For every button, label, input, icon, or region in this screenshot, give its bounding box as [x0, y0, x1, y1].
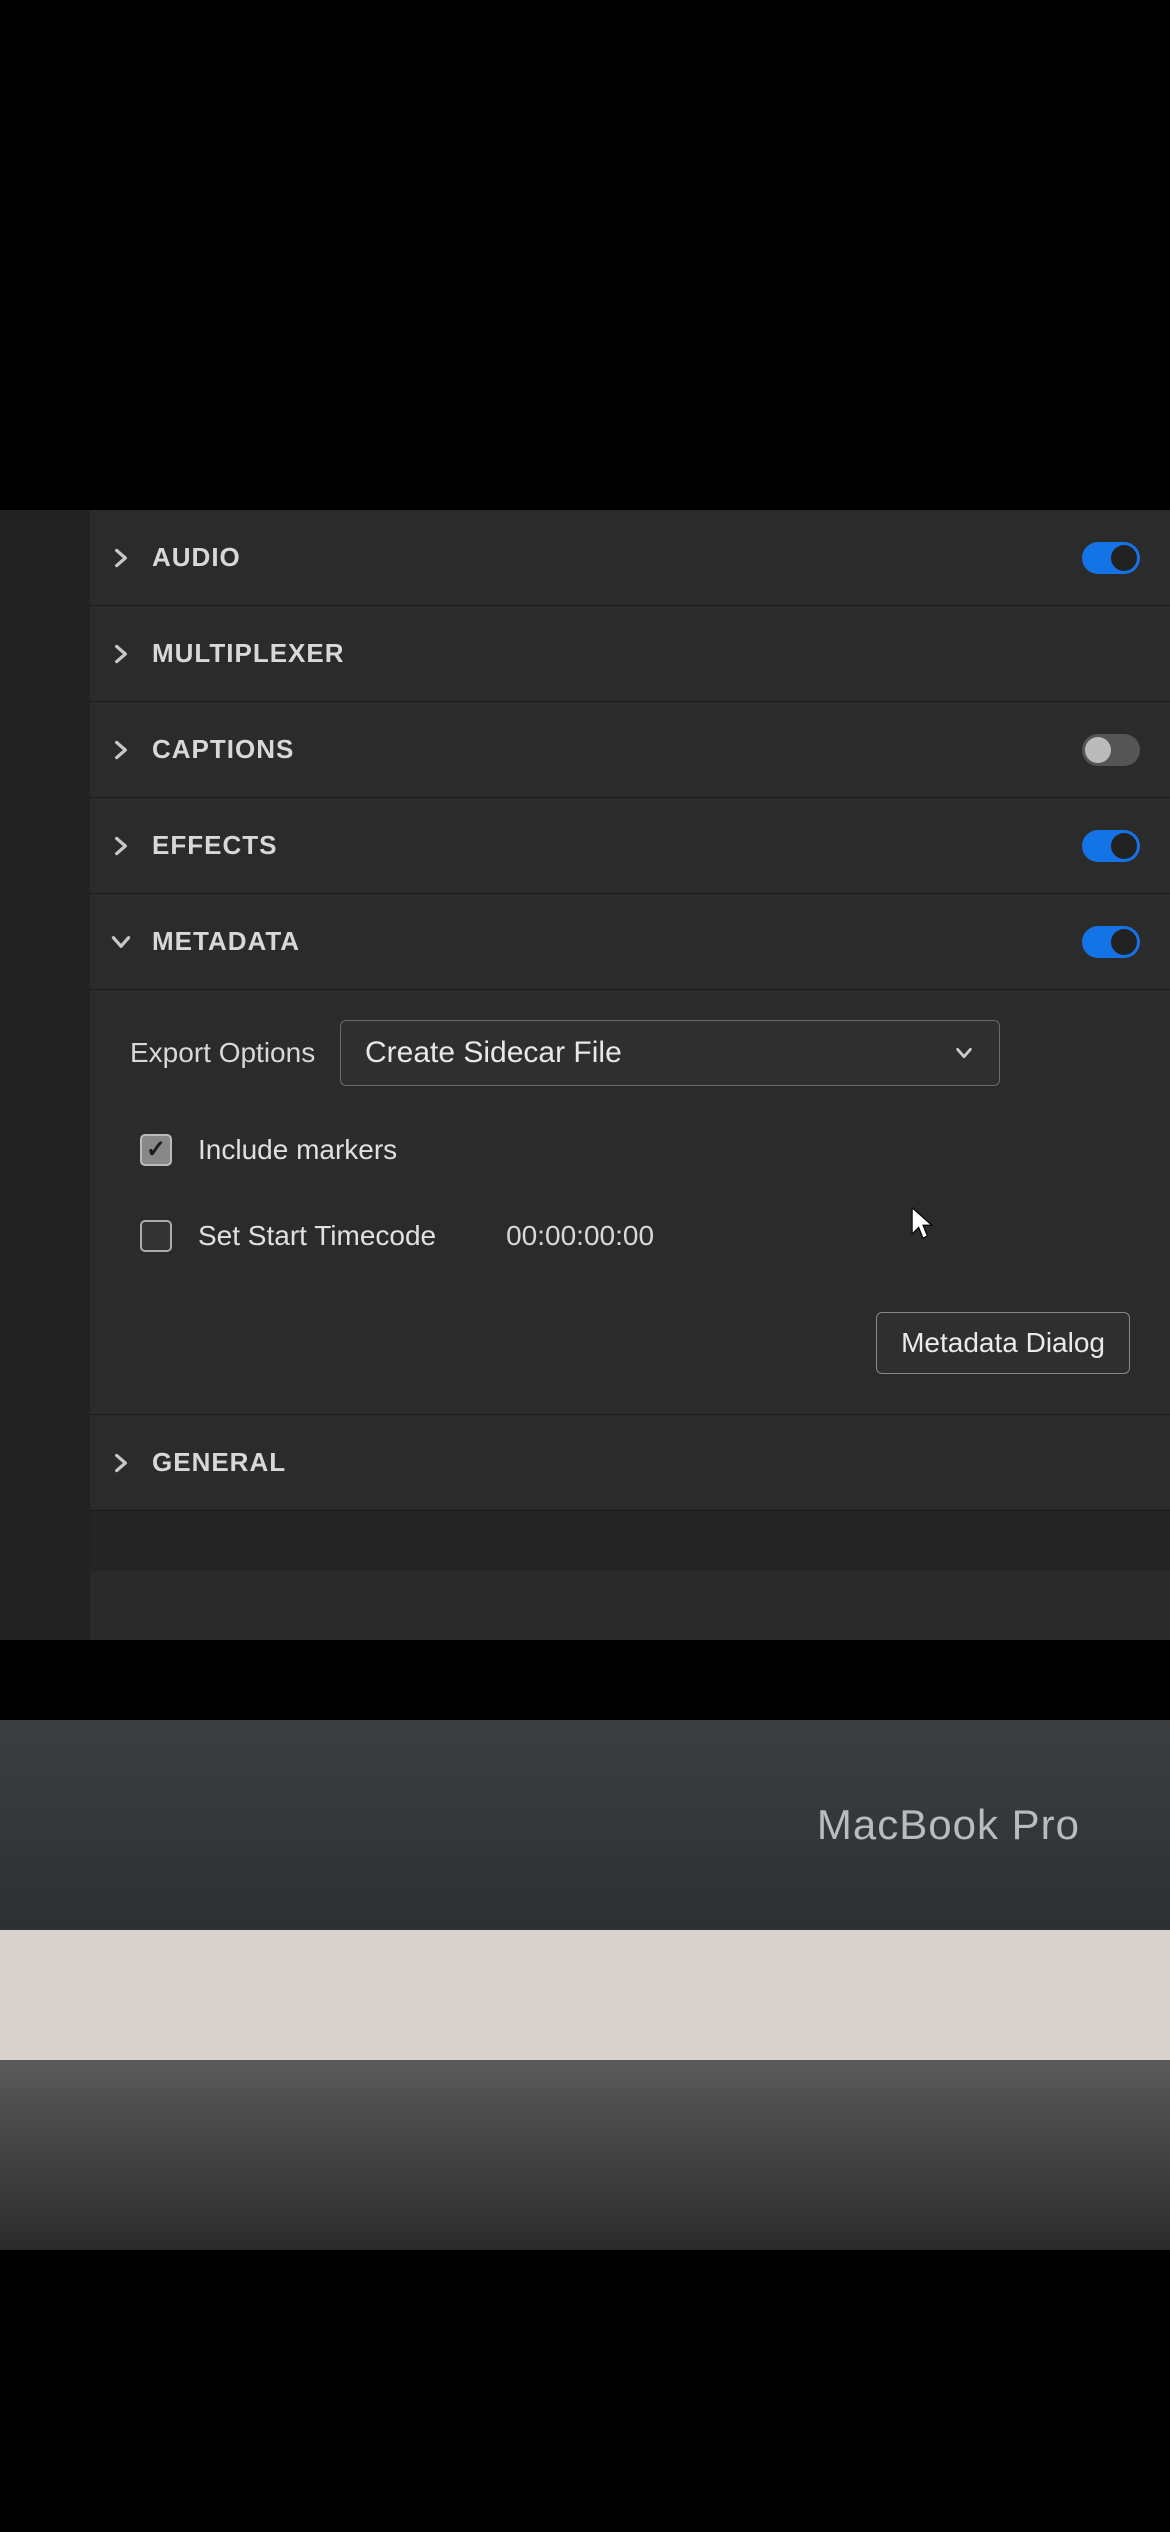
audio-toggle[interactable] [1082, 542, 1140, 574]
left-margin [0, 510, 90, 1640]
start-timecode-value: 00:00:00:00 [506, 1220, 654, 1252]
metadata-body: Export Options Create Sidecar File Inclu… [90, 990, 1170, 1415]
section-label: MULTIPLEXER [152, 638, 345, 669]
include-markers-checkbox[interactable] [140, 1134, 172, 1166]
section-general[interactable]: GENERAL [90, 1415, 1170, 1511]
chevron-right-icon [108, 545, 134, 571]
export-settings-screen: AUDIO MULTIPLEXER CAPTIONS EFFECTS [0, 510, 1170, 1640]
laptop-bezel: MacBook Pro [0, 1720, 1170, 1930]
section-label: CAPTIONS [152, 734, 294, 765]
chevron-down-icon [953, 1042, 975, 1064]
set-start-timecode-row: Set Start Timecode 00:00:00:00 [130, 1220, 1130, 1252]
settings-panel: AUDIO MULTIPLEXER CAPTIONS EFFECTS [90, 510, 1170, 1640]
chevron-right-icon [108, 737, 134, 763]
metadata-button-row: Metadata Dialog [130, 1312, 1130, 1374]
section-label: EFFECTS [152, 830, 277, 861]
section-label: METADATA [152, 926, 300, 957]
metadata-dialog-button[interactable]: Metadata Dialog [876, 1312, 1130, 1374]
set-start-timecode-label: Set Start Timecode [198, 1220, 436, 1252]
set-start-timecode-checkbox[interactable] [140, 1220, 172, 1252]
export-options-label: Export Options [130, 1037, 340, 1069]
metadata-toggle[interactable] [1082, 926, 1140, 958]
export-options-row: Export Options Create Sidecar File [130, 1020, 1130, 1086]
laptop-base [0, 2060, 1170, 2250]
panel-gap [90, 1511, 1170, 1571]
effects-toggle[interactable] [1082, 830, 1140, 862]
include-markers-label: Include markers [198, 1134, 397, 1166]
section-multiplexer[interactable]: MULTIPLEXER [90, 606, 1170, 702]
section-captions[interactable]: CAPTIONS [90, 702, 1170, 798]
include-markers-row: Include markers [130, 1134, 1130, 1166]
section-audio[interactable]: AUDIO [90, 510, 1170, 606]
captions-toggle[interactable] [1082, 734, 1140, 766]
laptop-hinge [0, 1930, 1170, 2060]
chevron-right-icon [108, 641, 134, 667]
device-brand: MacBook Pro [817, 1801, 1080, 1849]
chevron-down-icon [108, 929, 134, 955]
section-label: AUDIO [152, 542, 241, 573]
chevron-right-icon [108, 1450, 134, 1476]
export-options-dropdown[interactable]: Create Sidecar File [340, 1020, 1000, 1086]
section-metadata[interactable]: METADATA [90, 894, 1170, 990]
export-options-value: Create Sidecar File [365, 1036, 622, 1070]
section-label: GENERAL [152, 1447, 286, 1478]
section-effects[interactable]: EFFECTS [90, 798, 1170, 894]
chevron-right-icon [108, 833, 134, 859]
